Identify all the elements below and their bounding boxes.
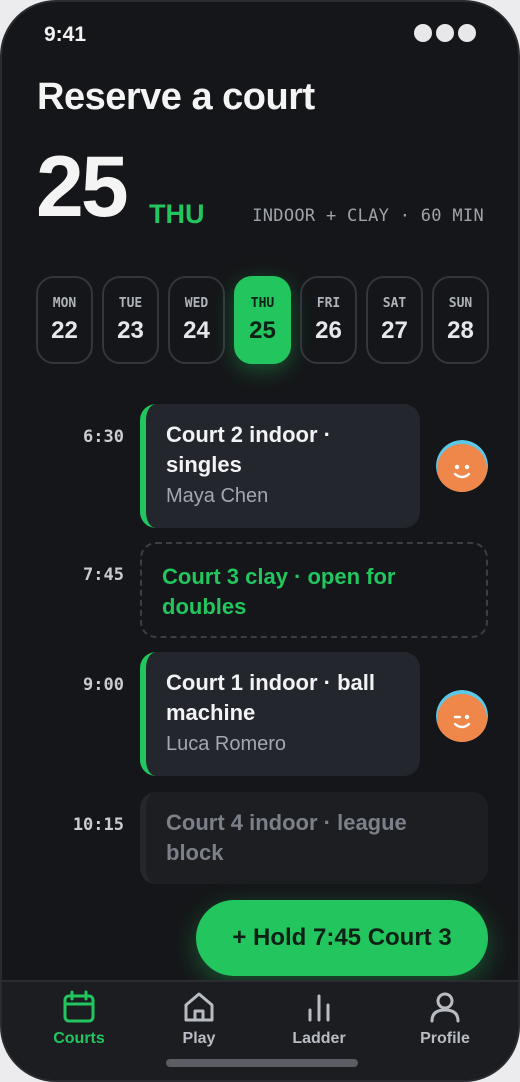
- phone-screen: 9:41 Reserve a court 25 THU INDOOR + CLA…: [0, 0, 520, 1082]
- day-number: 25: [249, 316, 276, 344]
- day-sun[interactable]: SUN 28: [432, 276, 489, 364]
- nav-label: Profile: [420, 1030, 470, 1047]
- blocked-title-line1: Court 4 indoor · league: [166, 810, 407, 835]
- day-number: 23: [117, 316, 144, 344]
- day-number: 28: [447, 316, 474, 344]
- status-dot: [414, 24, 432, 42]
- nav-ladder[interactable]: Ladder: [264, 990, 374, 1048]
- page-title: Reserve a court: [37, 76, 315, 118]
- day-label: SUN: [448, 295, 473, 311]
- home-icon: [184, 992, 214, 1022]
- day-fri[interactable]: FRI 26: [300, 276, 357, 364]
- blocked-title-line2: block: [166, 840, 224, 865]
- day-label: MON: [52, 295, 77, 311]
- booking-title-line1: Court 2 indoor ·: [166, 422, 331, 447]
- day-label: FRI: [316, 295, 341, 311]
- day-number: 26: [315, 316, 342, 344]
- booking-title-line2: machine: [166, 700, 256, 725]
- nav-label: Ladder: [292, 1030, 346, 1047]
- slot-time: 7:45: [83, 565, 124, 585]
- day-number: 24: [183, 316, 210, 344]
- blocked-slot-card[interactable]: Court 4 indoor · league block: [140, 792, 488, 884]
- selected-day-number: 25: [36, 139, 129, 235]
- user-icon: [430, 992, 460, 1023]
- day-wed[interactable]: WED 24: [168, 276, 225, 364]
- home-indicator[interactable]: [166, 1059, 358, 1067]
- open-slot-card[interactable]: Court 3 clay · open for doubles: [140, 542, 488, 638]
- status-dot: [436, 24, 454, 42]
- slot-time: 6:30: [83, 427, 124, 447]
- nav-play[interactable]: Play: [144, 990, 254, 1048]
- status-dot: [458, 24, 476, 42]
- player-avatar[interactable]: [436, 440, 488, 492]
- open-slot-title-line1: Court 3 clay · open for: [162, 564, 396, 589]
- day-label: TUE: [118, 295, 143, 311]
- avatar-face-icon: [436, 440, 488, 492]
- selected-day-of-week: THU: [149, 199, 205, 229]
- player-avatar[interactable]: [436, 690, 488, 742]
- day-thu-selected[interactable]: THU 25: [234, 276, 291, 364]
- nav-label: Play: [182, 1030, 216, 1047]
- booking-title-line1: Court 1 indoor · ball: [166, 670, 375, 695]
- day-mon[interactable]: MON 22: [36, 276, 93, 364]
- open-slot-title-line2: doubles: [162, 594, 247, 619]
- day-number: 27: [381, 316, 408, 344]
- bar-chart-icon: [308, 994, 330, 1022]
- status-indicators: [414, 24, 476, 42]
- day-label: WED: [184, 295, 209, 311]
- day-sat[interactable]: SAT 27: [366, 276, 423, 364]
- nav-label: Courts: [53, 1030, 105, 1047]
- day-tue[interactable]: TUE 23: [102, 276, 159, 364]
- filter-summary: INDOOR + CLAY · 60 MIN: [252, 206, 484, 226]
- nav-courts[interactable]: Courts: [24, 990, 134, 1048]
- booking-player: Luca Romero: [166, 733, 287, 755]
- booking-card[interactable]: Court 1 indoor · ball machine Luca Romer…: [140, 652, 420, 776]
- day-label: THU: [250, 295, 275, 311]
- status-time: 9:41: [44, 23, 87, 46]
- day-number: 22: [51, 316, 78, 344]
- booking-title-line2: singles: [166, 452, 242, 477]
- day-label: SAT: [382, 295, 407, 311]
- avatar-face-icon: [436, 690, 488, 742]
- booking-card[interactable]: Court 2 indoor · singles Maya Chen: [140, 404, 420, 528]
- booking-player: Maya Chen: [166, 485, 269, 507]
- hold-court-button[interactable]: + Hold 7:45 Court 3: [196, 900, 488, 976]
- slot-time: 9:00: [83, 675, 124, 695]
- hold-court-label: + Hold 7:45 Court 3: [232, 924, 452, 951]
- slot-time: 10:15: [72, 815, 124, 835]
- week-day-picker: MON 22 TUE 23 WED 24 THU 25 FRI 26 SAT 2…: [36, 276, 489, 364]
- nav-profile[interactable]: Profile: [390, 990, 500, 1048]
- calendar-icon: [63, 990, 95, 1023]
